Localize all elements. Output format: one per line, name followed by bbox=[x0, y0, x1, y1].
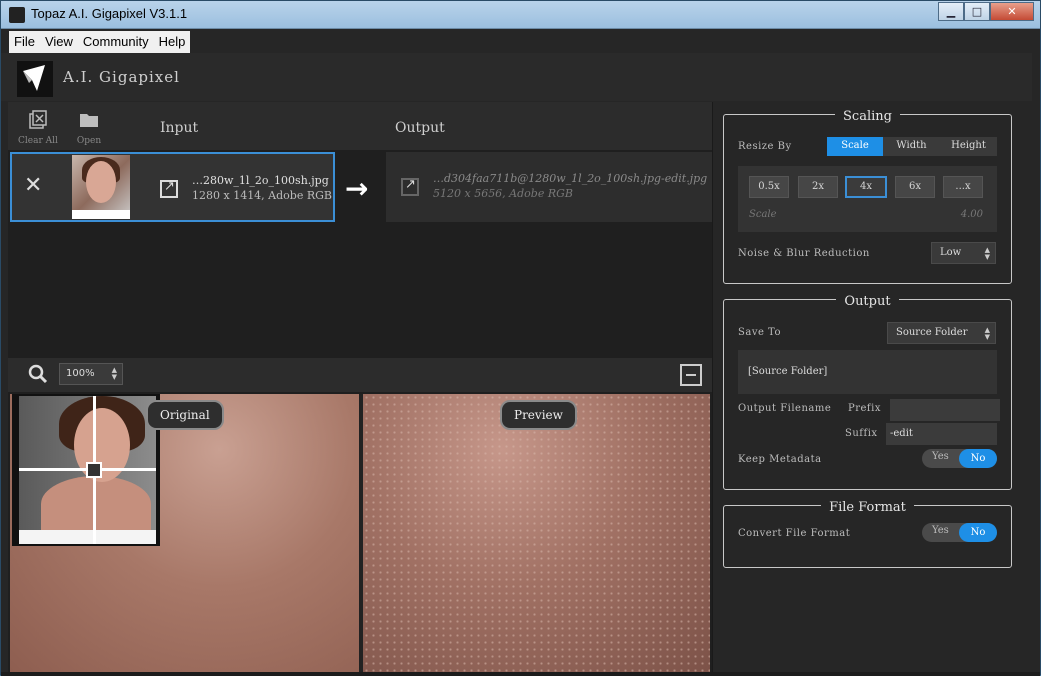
convert-format-toggle[interactable]: Yes No bbox=[922, 523, 997, 542]
spinner-arrows-icon: ▲ ▼ bbox=[111, 366, 117, 381]
suffix-label: Suffix bbox=[845, 428, 878, 439]
navigator-thumbnail[interactable] bbox=[12, 394, 160, 546]
noise-blur-select[interactable]: Low ▲ ▼ bbox=[931, 242, 996, 264]
input-column-header: Input bbox=[160, 120, 199, 136]
collapse-viewer-button[interactable] bbox=[680, 364, 702, 386]
brand-name: A.I. Gigapixel bbox=[63, 68, 180, 86]
zoom-search-icon[interactable] bbox=[28, 364, 48, 384]
scaling-title: Scaling bbox=[835, 109, 900, 124]
original-badge: Original bbox=[146, 400, 224, 430]
zoom-level-select[interactable]: 100% ▲ ▼ bbox=[59, 363, 123, 385]
convert-format-no[interactable]: No bbox=[959, 523, 997, 542]
keep-metadata-no[interactable]: No bbox=[959, 449, 997, 468]
app-logo-icon bbox=[9, 7, 25, 23]
output-file-name: …d304faa711b@1280w_1l_2o_100sh.jpg-edit.… bbox=[433, 172, 708, 185]
menu-help[interactable]: Help bbox=[154, 31, 191, 53]
scale-value: 4.00 bbox=[960, 209, 983, 220]
file-format-title: File Format bbox=[821, 500, 914, 515]
save-to-value: Source Folder bbox=[896, 327, 968, 338]
mode-height-button[interactable]: Height bbox=[940, 137, 997, 156]
spinner-arrows-icon: ▲ ▼ bbox=[984, 326, 990, 341]
prefix-input[interactable] bbox=[890, 399, 1000, 421]
open-button[interactable]: Open bbox=[64, 108, 114, 146]
suffix-input[interactable]: -edit bbox=[886, 423, 997, 445]
input-file-row[interactable]: ✕ …280w_1l_2o_100sh.jpg 1280 x 1414, Ado… bbox=[10, 152, 335, 222]
scaling-group: Scaling Resize By Scale Width Height 0.5… bbox=[723, 109, 1012, 284]
input-thumbnail bbox=[72, 155, 130, 219]
keep-metadata-label: Keep Metadata bbox=[738, 454, 822, 465]
input-file-meta: 1280 x 1414, Adobe RGB bbox=[192, 189, 332, 202]
maximize-button[interactable]: □ bbox=[964, 2, 990, 21]
output-title: Output bbox=[836, 294, 899, 309]
noise-blur-value: Low bbox=[940, 247, 962, 258]
spinner-arrows-icon: ▲ ▼ bbox=[984, 246, 990, 261]
scale-0-5x-button[interactable]: 0.5x bbox=[749, 176, 789, 198]
output-file-meta: 5120 x 5656, Adobe RGB bbox=[433, 187, 573, 200]
output-file-row: …d304faa711b@1280w_1l_2o_100sh.jpg-edit.… bbox=[386, 152, 712, 222]
open-external-disabled-icon bbox=[401, 177, 419, 196]
settings-pane: Scaling Resize By Scale Width Height 0.5… bbox=[712, 102, 1032, 672]
navigator-drag-handle[interactable] bbox=[86, 462, 102, 478]
minimize-button[interactable]: ▁ bbox=[938, 2, 964, 21]
save-to-label: Save To bbox=[738, 327, 781, 338]
file-list-pane: Clear All Open Input Output ✕ …280w_1l_2… bbox=[8, 102, 712, 672]
zoom-level-value: 100% bbox=[66, 368, 95, 379]
scale-6x-button[interactable]: 6x bbox=[895, 176, 935, 198]
menu-community[interactable]: Community bbox=[78, 31, 154, 53]
preview-image[interactable] bbox=[363, 394, 710, 672]
scale-custom-button[interactable]: ...x bbox=[943, 176, 983, 198]
clear-all-label: Clear All bbox=[18, 136, 58, 146]
open-label: Open bbox=[76, 136, 102, 146]
output-column-header: Output bbox=[395, 120, 445, 136]
image-comparison-viewer[interactable]: Original Preview bbox=[10, 394, 710, 672]
file-toolbar: Clear All Open Input Output bbox=[8, 102, 712, 150]
window-controls: ▁ □ ✕ bbox=[938, 2, 1034, 21]
app-window: Topaz A.I. Gigapixel V3.1.1 ▁ □ ✕ File V… bbox=[0, 0, 1041, 676]
convert-format-yes[interactable]: Yes bbox=[932, 525, 949, 536]
window-title: Topaz A.I. Gigapixel V3.1.1 bbox=[31, 6, 188, 21]
prefix-label: Prefix bbox=[848, 403, 881, 414]
noise-blur-label: Noise & Blur Reduction bbox=[738, 248, 870, 259]
close-button[interactable]: ✕ bbox=[990, 2, 1034, 21]
scale-2x-button[interactable]: 2x bbox=[798, 176, 838, 198]
file-format-group: File Format Convert File Format Yes No bbox=[723, 500, 1012, 568]
output-group: Output Save To Source Folder ▲ ▼ [Source … bbox=[723, 294, 1012, 490]
input-file-name: …280w_1l_2o_100sh.jpg bbox=[192, 174, 329, 187]
clear-all-icon bbox=[29, 110, 47, 129]
mode-width-button[interactable]: Width bbox=[883, 137, 940, 156]
resize-mode-selector: Scale Width Height bbox=[827, 137, 997, 156]
mode-scale-button[interactable]: Scale bbox=[827, 137, 883, 156]
scale-4x-button[interactable]: 4x bbox=[845, 176, 887, 198]
menu-file[interactable]: File bbox=[9, 31, 40, 53]
resize-by-label: Resize By bbox=[738, 141, 792, 152]
folder-icon bbox=[80, 114, 98, 127]
scale-options-panel: 0.5x 2x 4x 6x ...x Scale 4.00 bbox=[738, 166, 997, 232]
right-arrow-icon: → bbox=[345, 172, 369, 205]
title-bar[interactable]: Topaz A.I. Gigapixel V3.1.1 ▁ □ ✕ bbox=[1, 1, 1040, 29]
output-folder-path[interactable]: [Source Folder] bbox=[738, 350, 997, 394]
save-to-select[interactable]: Source Folder ▲ ▼ bbox=[887, 322, 996, 344]
open-external-icon[interactable] bbox=[160, 179, 178, 198]
menu-view[interactable]: View bbox=[40, 31, 78, 53]
brand-header: A.I. Gigapixel bbox=[1, 53, 1032, 101]
preview-badge: Preview bbox=[500, 400, 577, 430]
remove-file-icon[interactable]: ✕ bbox=[24, 175, 44, 197]
menu-bar: File View Community Help bbox=[9, 31, 191, 53]
gigapixel-logo-icon bbox=[17, 61, 53, 97]
output-filename-label: Output Filename bbox=[738, 403, 832, 414]
scale-caption: Scale bbox=[749, 209, 777, 220]
clear-all-button[interactable]: Clear All bbox=[13, 108, 63, 146]
convert-format-label: Convert File Format bbox=[738, 528, 851, 539]
keep-metadata-toggle[interactable]: Yes No bbox=[922, 449, 997, 468]
status-bar bbox=[1, 672, 1040, 676]
zoom-bar: 100% ▲ ▼ bbox=[8, 358, 712, 392]
keep-metadata-yes[interactable]: Yes bbox=[932, 451, 949, 462]
